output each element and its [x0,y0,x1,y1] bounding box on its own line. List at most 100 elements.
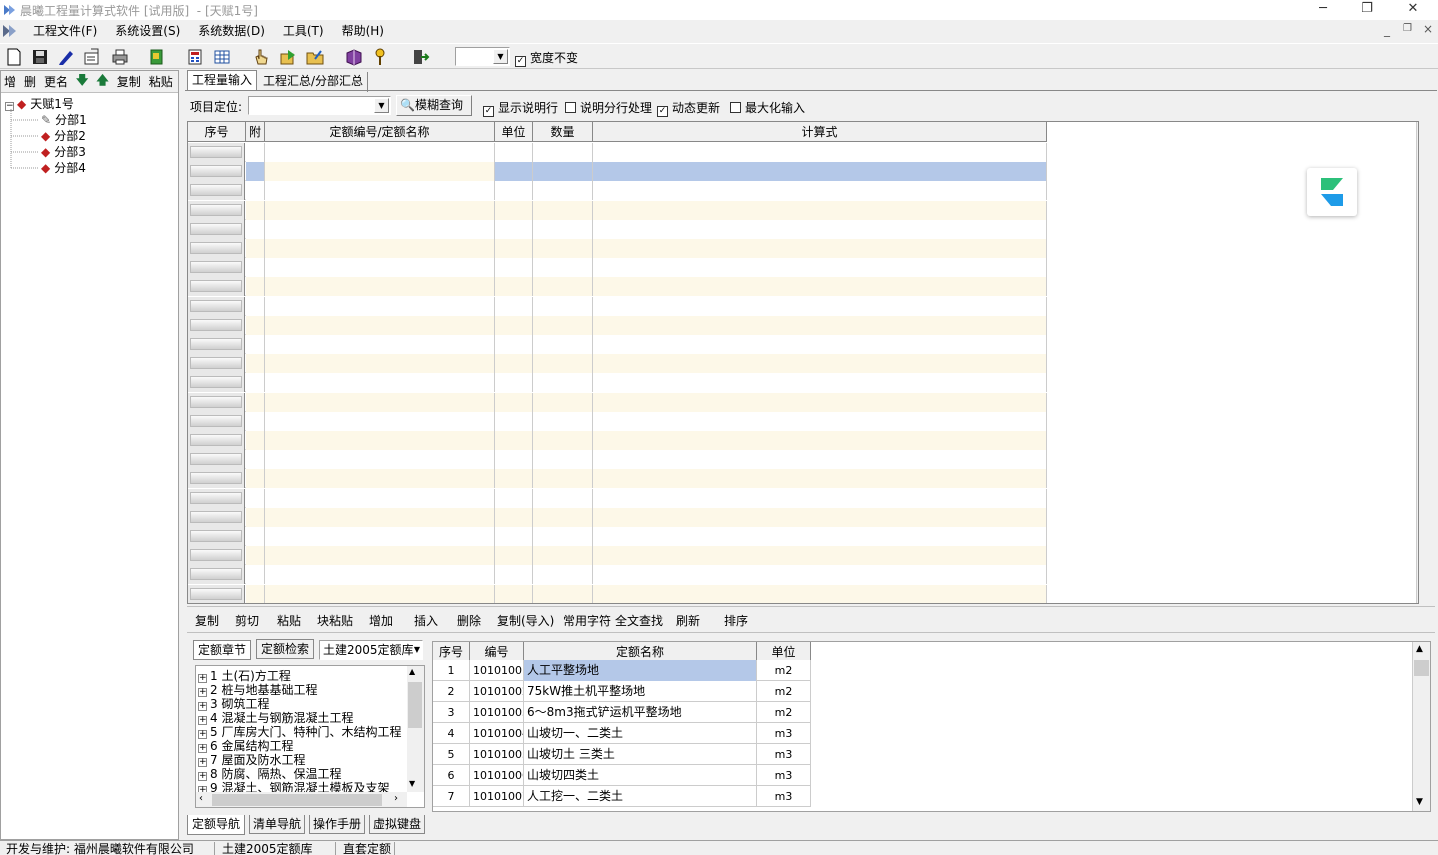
grid-cell[interactable] [593,373,1047,393]
grid-cell[interactable] [533,546,593,566]
grid-cell[interactable] [533,162,593,182]
new-file-icon[interactable] [4,47,24,67]
grid-row[interactable] [188,143,1047,162]
grid-cell[interactable] [533,277,593,297]
grid-cell[interactable] [593,162,1047,182]
grid-cell[interactable] [533,258,593,278]
row-header[interactable] [188,181,245,201]
cut-button[interactable]: 剪切 [235,612,259,629]
expand-icon[interactable]: + [198,730,207,739]
grid-row[interactable] [188,354,1047,374]
col-header-no[interactable]: 序号 [188,122,246,142]
grid-row[interactable] [188,565,1047,585]
grid-cell[interactable] [593,200,1047,220]
grid-cell[interactable] [246,450,265,470]
grid-cell[interactable] [533,181,593,201]
grid-cell[interactable] [246,392,265,412]
grid-cell[interactable] [533,315,593,335]
grid-cell[interactable] [246,469,265,489]
scroll-down-icon[interactable]: ▼ [409,779,415,788]
chapter-item[interactable]: +4 混凝土与钢筋混凝土工程 [198,711,353,725]
col-header-qty[interactable]: 数量 [533,122,593,142]
chapter-item[interactable]: +7 屋面及防水工程 [198,753,305,767]
grid-cell[interactable] [265,546,495,566]
grid-row[interactable] [188,335,1047,354]
chapter-item[interactable]: +3 砌筑工程 [198,697,269,711]
tree-copy-button[interactable]: 复制 [117,73,141,90]
grid-cell[interactable] [495,373,533,393]
exit-door-icon[interactable] [410,47,430,67]
grid-cell[interactable] [265,411,495,431]
grid-cell[interactable] [533,527,593,546]
grid-cell[interactable] [246,219,265,239]
quota-row[interactable]: 7 10101007 人工挖一、二类土 m3 [433,786,811,807]
row-header[interactable] [188,411,245,431]
grid-cell[interactable] [495,488,533,508]
open-folder-icon[interactable] [305,47,325,67]
quota-row[interactable]: 2 10101002 75kW推土机平整场地 m2 [433,681,811,702]
grid-cell[interactable] [593,258,1047,278]
grid-cell[interactable] [533,450,593,470]
chevron-down-icon[interactable]: ▼ [414,641,420,659]
grid-cell[interactable] [593,507,1047,527]
grid-cell[interactable] [533,296,593,316]
col-header-unit[interactable]: 单位 [495,122,533,142]
grid-cell[interactable] [533,392,593,412]
maximize-input-option[interactable]: 最大化输入 [730,99,805,116]
common-chars-button[interactable]: 常用字符 [563,612,611,629]
quota-scroll-thumb[interactable] [1414,660,1429,676]
copy-import-button[interactable]: 复制(导入) [497,612,554,629]
delete-button[interactable]: 删除 [457,612,481,629]
grid-cell[interactable] [533,200,593,220]
mdi-close-button[interactable]: × [1423,22,1433,36]
show-desc-option[interactable]: ✓ 显示说明行 [483,99,558,117]
nav-tab-quota[interactable]: 定额导航 [187,815,245,835]
grid-cell[interactable] [593,527,1047,546]
row-header[interactable] [188,584,245,603]
minimize-button[interactable]: ─ [1300,0,1346,20]
chapter-scroll-thumb[interactable] [408,682,422,728]
quota-col-no[interactable]: 序号 [433,642,470,662]
quota-col-name[interactable]: 定额名称 [524,642,757,662]
grid-cell[interactable] [593,181,1047,201]
grid-cell[interactable] [246,431,265,450]
col-header-formula[interactable]: 计算式 [593,122,1047,142]
grid-cell[interactable] [593,488,1047,508]
grid-cell[interactable] [593,315,1047,335]
grid-cell[interactable] [593,469,1047,489]
chapter-hscroll[interactable]: ‹ › [196,792,407,807]
grid-row[interactable] [188,411,1047,431]
grid-cell[interactable] [265,181,495,201]
grid-cell[interactable] [265,584,495,603]
dynamic-update-checkbox[interactable]: ✓ [657,106,668,117]
mdi-minimize-button[interactable]: _ [1384,23,1390,37]
green-book-icon[interactable] [146,47,166,67]
edit-pencil-icon[interactable] [56,47,76,67]
grid-cell[interactable] [593,277,1047,297]
grid-row[interactable] [188,527,1047,546]
grid-cell[interactable] [533,219,593,239]
grid-cell[interactable] [495,335,533,354]
mdi-restore-button[interactable]: ❐ [1403,23,1412,34]
grid-row[interactable] [188,469,1047,489]
grid-cell[interactable] [246,277,265,297]
grid-cell[interactable] [265,450,495,470]
col-header-quota[interactable]: 定额编号/定额名称 [265,122,495,142]
grid-cell[interactable] [495,315,533,335]
print-icon[interactable] [110,47,130,67]
row-header[interactable] [188,162,245,182]
scroll-down-icon[interactable]: ▼ [1416,797,1423,807]
width-fixed-option[interactable]: ✓ 宽度不变 [515,49,578,67]
menu-data[interactable]: 系统数据(D) [189,20,274,42]
floating-assistant-button[interactable] [1307,168,1357,216]
row-header[interactable] [188,239,245,258]
chapter-item[interactable]: +5 厂库房大门、特种门、木结构工程 [198,725,401,739]
grid-cell[interactable] [533,411,593,431]
chevron-down-icon[interactable]: ▼ [374,98,389,113]
grid-cell[interactable] [265,488,495,508]
desc-split-checkbox[interactable] [565,102,576,113]
grid-cell[interactable] [593,296,1047,316]
locate-combobox[interactable]: ▼ [248,96,391,115]
scroll-up-icon[interactable]: ▲ [1416,644,1423,654]
grid-cell[interactable] [495,162,533,182]
